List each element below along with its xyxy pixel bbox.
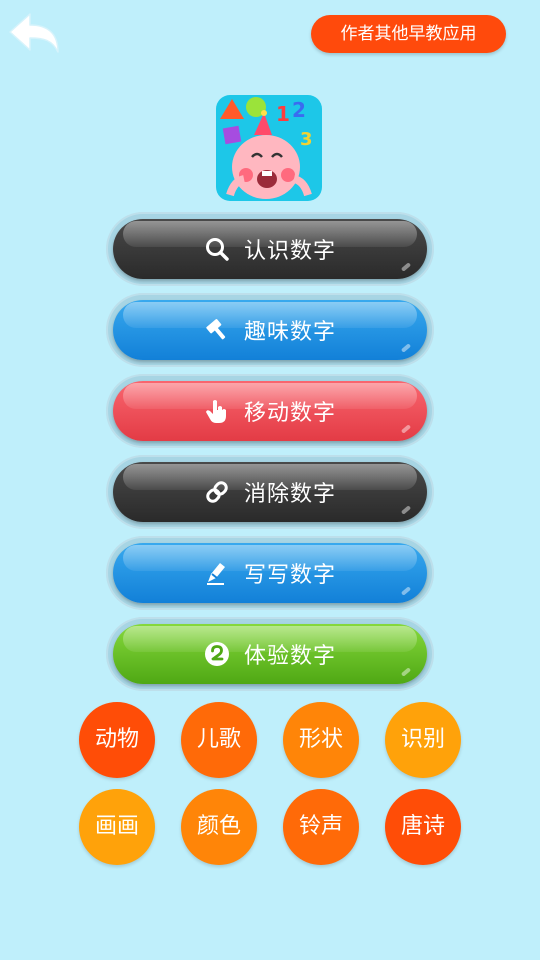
category-tang-poems-button[interactable]: 唐诗 [385,789,461,865]
menu-pill: 写写数字 [113,543,427,603]
menu-label: 写写数字 [243,563,336,588]
svg-text:3: 3 [300,129,313,150]
menu-pill: 认识数字 [113,219,427,279]
menu-pill: 体验数字 [113,624,427,684]
menu-pill: 移动数字 [113,381,427,441]
menu-label: 移动数字 [243,401,336,426]
svg-text:2: 2 [292,98,306,122]
category-recognize-button[interactable]: 识别 [385,702,461,778]
app-icon: 1 2 3 [216,95,322,201]
link-icon [204,479,230,505]
menu-label: 认识数字 [243,239,336,264]
category-colors-button[interactable]: 颜色 [181,789,257,865]
search-icon [204,236,230,262]
menu-label: 体验数字 [243,644,336,669]
menu-button-experience-numbers[interactable]: 体验数字 [106,617,434,691]
menu-button-move-numbers[interactable]: 移动数字 [106,374,434,448]
category-drawing-button[interactable]: 画画 [79,789,155,865]
hand-pointer-icon [204,398,230,424]
menu-pill: 趣味数字 [113,300,427,360]
menu-button-fun-numbers[interactable]: 趣味数字 [106,293,434,367]
menu-button-write-numbers[interactable]: 写写数字 [106,536,434,610]
menu-pill: 消除数字 [113,462,427,522]
svg-text:1: 1 [276,102,290,126]
category-shapes-button[interactable]: 形状 [283,702,359,778]
hammer-icon [204,317,230,343]
number-two-icon [204,641,230,667]
category-animals-button[interactable]: 动物 [79,702,155,778]
menu-label: 趣味数字 [243,320,336,345]
back-button[interactable] [8,10,62,58]
category-songs-button[interactable]: 儿歌 [181,702,257,778]
category-ringtones-button[interactable]: 铃声 [283,789,359,865]
menu-button-eliminate-numbers[interactable]: 消除数字 [106,455,434,529]
other-apps-button[interactable]: 作者其他早教应用 [311,15,506,53]
baby-numbers-app-icon: 1 2 3 [216,95,322,201]
menu-button-recognize-numbers[interactable]: 认识数字 [106,212,434,286]
menu-label: 消除数字 [243,482,336,507]
pen-icon [204,560,230,586]
back-arrow-icon [9,13,59,53]
